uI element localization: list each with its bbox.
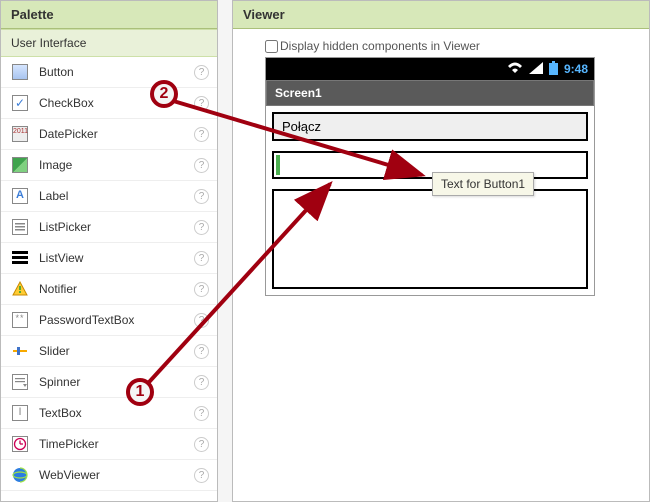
component-label: Button — [39, 65, 184, 79]
help-icon[interactable]: ? — [194, 468, 209, 483]
viewer-title: Viewer — [233, 1, 649, 29]
component-item-timepicker[interactable]: TimePicker? — [1, 429, 217, 460]
help-icon[interactable]: ? — [194, 127, 209, 142]
show-hidden-checkbox[interactable] — [265, 40, 278, 53]
status-time: 9:48 — [564, 62, 588, 76]
image-icon — [11, 156, 29, 174]
help-icon[interactable]: ? — [194, 96, 209, 111]
webviewer-icon — [11, 466, 29, 484]
help-icon[interactable]: ? — [194, 220, 209, 235]
component-item-webviewer[interactable]: WebViewer? — [1, 460, 217, 491]
annotation-circle-1: 1 — [126, 378, 154, 406]
phone-content: Połącz — [266, 106, 594, 295]
annotation-circle-2: 2 — [150, 80, 178, 108]
button-icon — [11, 63, 29, 81]
password-icon: ** — [11, 311, 29, 329]
textbox-icon: I — [11, 404, 29, 422]
listview-icon — [11, 249, 29, 267]
component-item-datepicker[interactable]: 2011 DatePicker? — [1, 119, 217, 150]
component-label: TimePicker — [39, 437, 184, 451]
component-item-label[interactable]: A Label? — [1, 181, 217, 212]
component-item-notifier[interactable]: Notifier? — [1, 274, 217, 305]
signal-icon — [529, 62, 543, 77]
viewer-panel: Viewer Display hidden components in View… — [232, 0, 650, 502]
component-placeholder[interactable] — [272, 189, 588, 289]
palette-category[interactable]: User Interface — [1, 29, 217, 57]
help-icon[interactable]: ? — [194, 406, 209, 421]
notifier-icon — [11, 280, 29, 298]
component-label: TextBox — [39, 406, 184, 420]
palette-panel: Palette User Interface Button?✓CheckBox?… — [0, 0, 218, 502]
help-icon[interactable]: ? — [194, 313, 209, 328]
help-icon[interactable]: ? — [194, 282, 209, 297]
screen-title: Screen1 — [266, 80, 594, 106]
component-label: Label — [39, 189, 184, 203]
battery-icon — [549, 61, 558, 78]
component-label: Notifier — [39, 282, 184, 296]
show-hidden-row[interactable]: Display hidden components in Viewer — [265, 39, 480, 53]
component-item-slider[interactable]: Slider? — [1, 336, 217, 367]
help-icon[interactable]: ? — [194, 251, 209, 266]
status-bar: 9:48 — [266, 58, 594, 80]
help-icon[interactable]: ? — [194, 189, 209, 204]
label-icon: A — [11, 187, 29, 205]
help-icon[interactable]: ? — [194, 158, 209, 173]
component-label: DatePicker — [39, 127, 184, 141]
component-item-spinner[interactable]: Spinner? — [1, 367, 217, 398]
component-item-image[interactable]: Image? — [1, 150, 217, 181]
component-label: ListView — [39, 251, 184, 265]
checkbox-icon: ✓ — [11, 94, 29, 112]
phone-mockup: 9:48 Screen1 Połącz — [265, 57, 595, 296]
wifi-icon — [507, 62, 523, 77]
component-label: WebViewer — [39, 468, 184, 482]
component-item-passwordtextbox[interactable]: ** PasswordTextBox? — [1, 305, 217, 336]
help-icon[interactable]: ? — [194, 65, 209, 80]
listpicker-icon — [11, 218, 29, 236]
component-label: Slider — [39, 344, 184, 358]
textbox-component[interactable] — [272, 151, 588, 179]
date-icon: 2011 — [11, 125, 29, 143]
button1-component[interactable]: Połącz — [272, 112, 588, 141]
component-label: PasswordTextBox — [39, 313, 184, 327]
component-label: Image — [39, 158, 184, 172]
tooltip: Text for Button1 — [432, 172, 534, 196]
help-icon[interactable]: ? — [194, 437, 209, 452]
component-item-listpicker[interactable]: ListPicker? — [1, 212, 217, 243]
component-item-checkbox[interactable]: ✓CheckBox? — [1, 88, 217, 119]
component-item-textbox[interactable]: I TextBox? — [1, 398, 217, 429]
palette-title: Palette — [1, 1, 217, 29]
component-item-listview[interactable]: ListView? — [1, 243, 217, 274]
spinner-icon — [11, 373, 29, 391]
help-icon[interactable]: ? — [194, 344, 209, 359]
component-list: Button?✓CheckBox?2011DatePicker?Image?AL… — [1, 57, 217, 501]
slider-icon — [11, 342, 29, 360]
show-hidden-label: Display hidden components in Viewer — [280, 39, 480, 53]
help-icon[interactable]: ? — [194, 375, 209, 390]
component-item-button[interactable]: Button? — [1, 57, 217, 88]
component-label: ListPicker — [39, 220, 184, 234]
component-label: Spinner — [39, 375, 184, 389]
timepicker-icon — [11, 435, 29, 453]
